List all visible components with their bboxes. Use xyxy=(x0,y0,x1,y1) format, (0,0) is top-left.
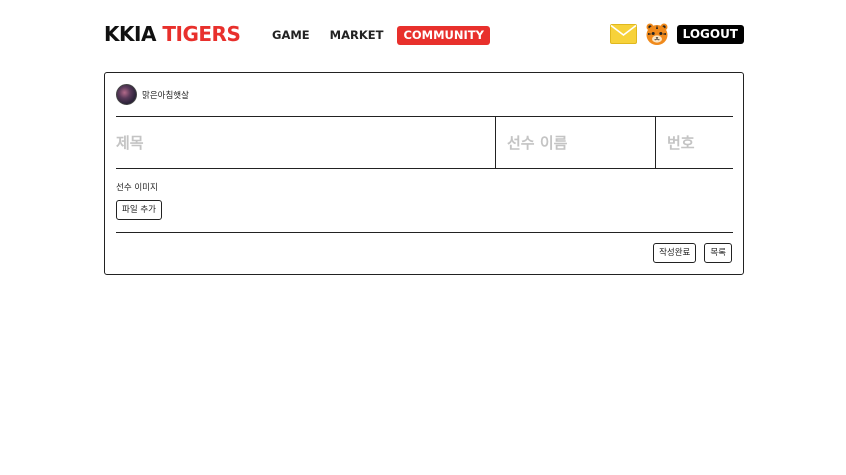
nav-item-market[interactable]: MARKET xyxy=(324,26,390,45)
nav-item-community[interactable]: COMMUNITY xyxy=(397,26,490,45)
divider xyxy=(116,168,733,169)
top-header: KKIA TIGERS GAME MARKET COMMUNITY LOGOUT xyxy=(104,22,744,48)
main-nav: GAME MARKET COMMUNITY xyxy=(266,26,490,45)
number-field-cell xyxy=(656,117,733,168)
title-input[interactable] xyxy=(116,133,495,152)
title-field-cell xyxy=(116,117,496,168)
author-info: 맑은아침햇살 xyxy=(116,84,189,105)
divider xyxy=(116,232,733,233)
add-file-button[interactable]: 파일 추가 xyxy=(116,200,162,220)
player-name-input[interactable] xyxy=(507,133,655,152)
envelope-icon[interactable] xyxy=(609,24,637,44)
nav-item-game[interactable]: GAME xyxy=(266,26,316,45)
player-image-label: 선수 이미지 xyxy=(116,183,158,193)
logo-text-kkia: KKIA xyxy=(104,22,156,46)
author-name: 맑은아침햇살 xyxy=(142,90,189,101)
number-input[interactable] xyxy=(667,133,733,152)
logout-button[interactable]: LOGOUT xyxy=(676,24,744,44)
site-logo[interactable]: KKIA TIGERS xyxy=(104,22,241,46)
post-fields xyxy=(116,117,733,168)
tiger-icon[interactable] xyxy=(645,22,669,46)
post-write-form: 맑은아침햇살 선수 이미지 파일 추가 작성완료 목록 xyxy=(104,72,744,275)
list-button[interactable]: 목록 xyxy=(704,243,732,263)
header-tools: LOGOUT xyxy=(609,22,744,46)
player-name-field-cell xyxy=(496,117,656,168)
submit-button[interactable]: 작성완료 xyxy=(653,243,697,263)
form-actions: 작성완료 목록 xyxy=(653,243,732,263)
avatar xyxy=(116,84,137,105)
logo-text-tigers: TIGERS xyxy=(162,22,241,46)
